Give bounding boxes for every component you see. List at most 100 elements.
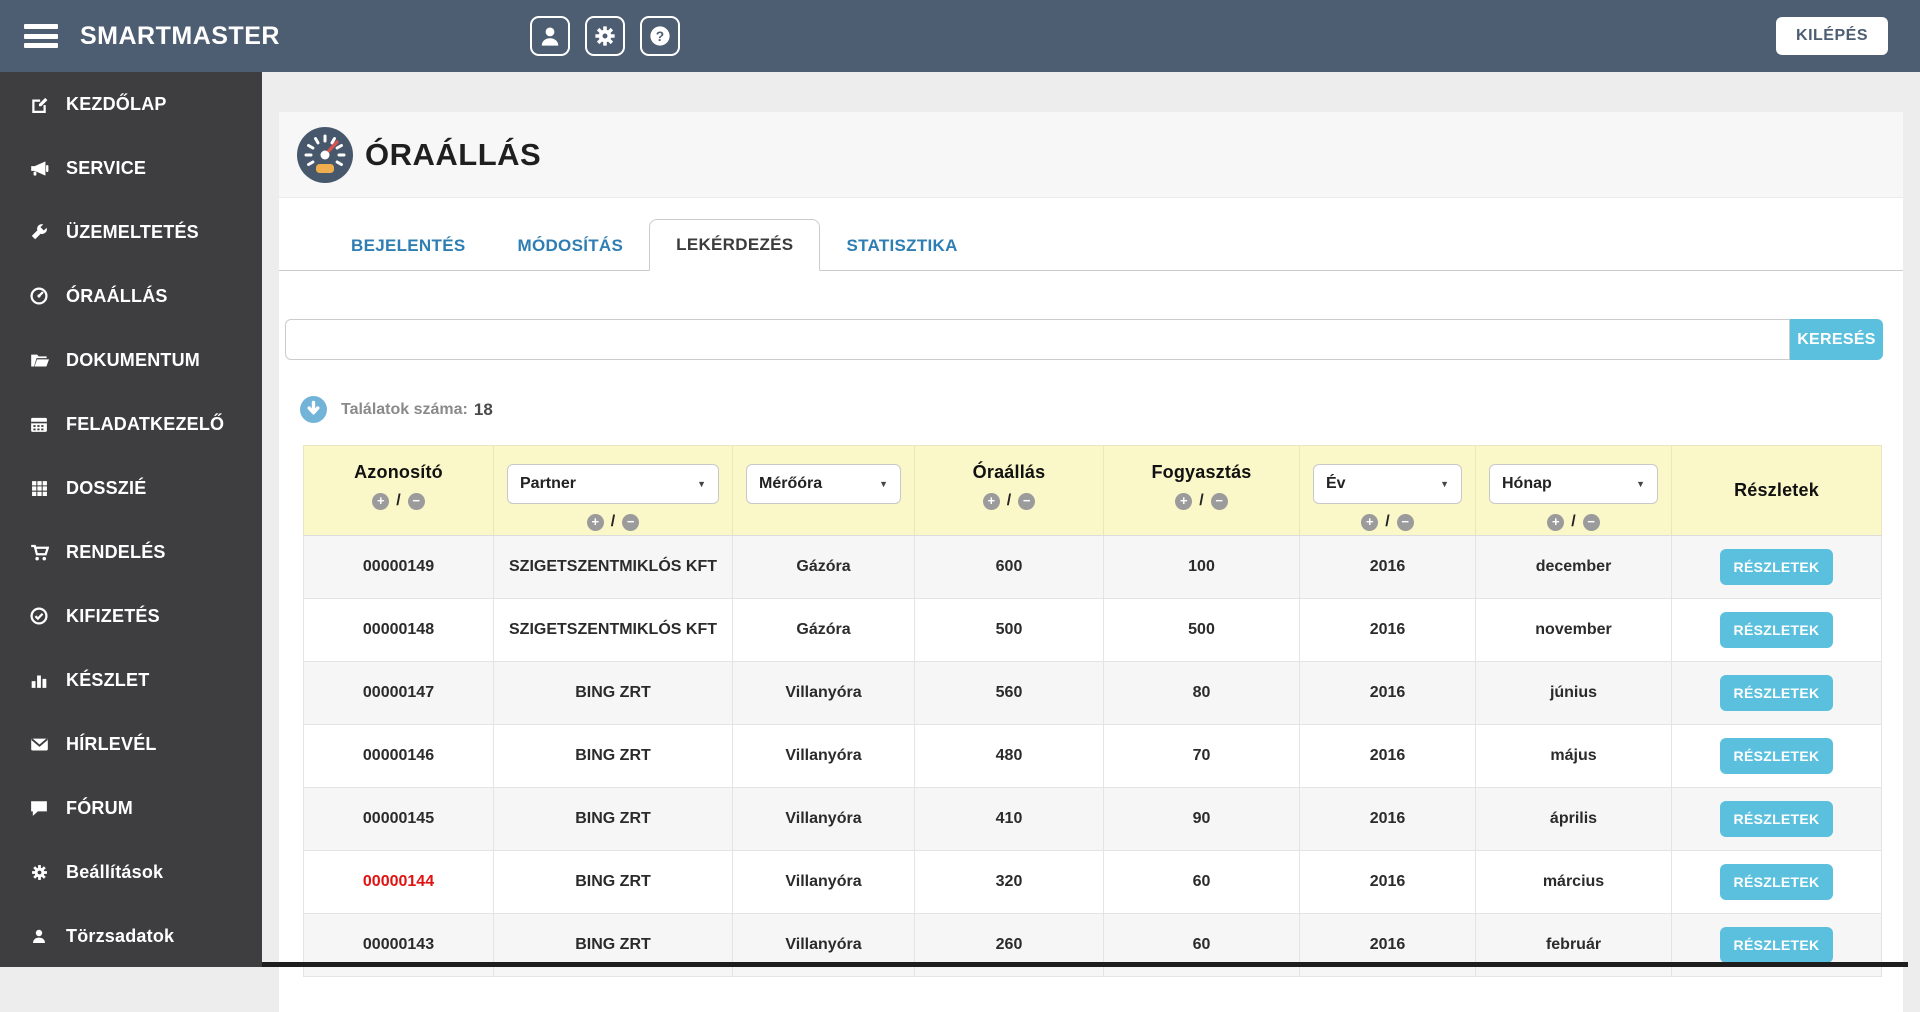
sidebar-item-kifizetes[interactable]: KIFIZETÉS <box>0 584 262 648</box>
column-label: Óraállás <box>972 462 1046 482</box>
main-content: ÓRAÁLLÁS BEJELENTÉS MÓDOSÍTÁS LEKÉRDEZÉS… <box>262 72 1920 1012</box>
details-button[interactable]: RÉSZLETEK <box>1719 675 1834 711</box>
gauge-icon <box>297 126 353 183</box>
page-title: ÓRAÁLLÁS <box>365 136 542 172</box>
sort-desc-button[interactable]: − <box>622 513 640 531</box>
sort-desc-button[interactable]: − <box>1018 492 1036 510</box>
cell-fogyasztas: 60 <box>1103 850 1300 914</box>
comment-icon <box>28 799 50 817</box>
calendar-icon <box>28 415 50 433</box>
cell-oraallas: 480 <box>914 724 1104 788</box>
cell-meroora: Villanyóra <box>732 661 915 725</box>
details-button[interactable]: RÉSZLETEK <box>1719 801 1834 837</box>
topbar-icon-group: ? <box>529 16 680 56</box>
table-row: 00000145 BING ZRT Villanyóra 410 90 2016… <box>303 787 1882 851</box>
column-label: Azonosító <box>354 462 443 482</box>
wrench-icon <box>28 223 50 241</box>
logout-button[interactable]: KILÉPÉS <box>1776 17 1888 55</box>
table-header-row: Azonosító + / − Partner ▼ + / − Mérőóra … <box>303 445 1882 536</box>
details-button[interactable]: RÉSZLETEK <box>1719 549 1834 585</box>
sidebar-item-oraallas[interactable]: ÓRAÁLLÁS <box>0 264 262 328</box>
search-button[interactable]: KERESÉS <box>1790 319 1883 360</box>
cell-ev: 2016 <box>1299 598 1476 662</box>
sort-asc-button[interactable]: + <box>982 492 1000 510</box>
sort-asc-button[interactable]: + <box>586 513 604 531</box>
column-header-azonosito: Azonosító + / − <box>303 445 494 536</box>
tab-lekerdezes[interactable]: LEKÉRDEZÉS <box>649 219 821 271</box>
partner-filter-select[interactable]: Partner ▼ <box>507 464 719 504</box>
tab-bejelentes[interactable]: BEJELENTÉS <box>325 221 491 271</box>
sort-controls: + / − <box>1300 513 1475 531</box>
chevron-down-icon: ▼ <box>879 479 888 489</box>
select-value: Hónap <box>1502 475 1552 492</box>
sort-asc-button[interactable]: + <box>1361 513 1379 531</box>
cell-fogyasztas: 80 <box>1103 661 1300 725</box>
sidebar-item-label: Beállítások <box>66 861 164 882</box>
page-header: ÓRAÁLLÁS <box>279 112 1903 198</box>
sort-separator: / <box>1199 492 1204 509</box>
sort-asc-button[interactable]: + <box>1547 513 1565 531</box>
details-button[interactable]: RÉSZLETEK <box>1719 612 1834 648</box>
sidebar-item-beallitasok[interactable]: Beállítások <box>0 840 262 904</box>
column-label: Fogyasztás <box>1151 462 1252 482</box>
column-header-oraallas: Óraállás + / − <box>914 445 1104 536</box>
sidebar-item-torzsadatok[interactable]: Törzsadatok <box>0 904 262 968</box>
cell-reszletek: RÉSZLETEK <box>1671 787 1882 851</box>
table-row: 00000148 SZIGETSZENTMIKLÓS KFT Gázóra 50… <box>303 598 1882 662</box>
column-header-reszletek: Részletek <box>1671 445 1882 536</box>
column-header-partner: Partner ▼ + / − <box>493 445 733 536</box>
results-row: Találatok száma: 18 <box>300 396 1903 423</box>
cell-partner: SZIGETSZENTMIKLÓS KFT <box>493 535 733 599</box>
sort-desc-button[interactable]: − <box>1582 513 1600 531</box>
arrow-down-circle-icon[interactable] <box>300 396 327 423</box>
tab-modositas[interactable]: MÓDOSÍTÁS <box>491 221 649 271</box>
cell-azonosito: 00000147 <box>303 661 494 725</box>
sort-asc-button[interactable]: + <box>372 492 390 510</box>
sort-controls: + / − <box>915 492 1103 510</box>
cell-meroora: Villanyóra <box>732 850 915 914</box>
cell-honap: április <box>1475 787 1672 851</box>
cell-azonosito: 00000143 <box>303 913 494 977</box>
details-button[interactable]: RÉSZLETEK <box>1719 738 1834 774</box>
sidebar-item-rendeles[interactable]: RENDELÉS <box>0 520 262 584</box>
sort-desc-button[interactable]: − <box>1396 513 1414 531</box>
content-card: ÓRAÁLLÁS BEJELENTÉS MÓDOSÍTÁS LEKÉRDEZÉS… <box>279 112 1903 1012</box>
hamburger-menu-icon[interactable] <box>24 24 58 48</box>
topbar: SMARTMASTER ? KILÉPÉS <box>0 0 1920 72</box>
cell-honap: május <box>1475 724 1672 788</box>
user-button[interactable] <box>529 16 570 56</box>
table-row: 00000146 BING ZRT Villanyóra 480 70 2016… <box>303 724 1882 788</box>
sidebar-item-keszlet[interactable]: KÉSZLET <box>0 648 262 712</box>
details-button[interactable]: RÉSZLETEK <box>1719 864 1834 900</box>
meter-filter-select[interactable]: Mérőóra ▼ <box>746 464 901 504</box>
cell-honap: november <box>1475 598 1672 662</box>
sidebar-item-uzemeltetes[interactable]: ÜZEMELTETÉS <box>0 200 262 264</box>
chevron-down-icon: ▼ <box>697 479 706 489</box>
sidebar-item-dosszie[interactable]: DOSSZIÉ <box>0 456 262 520</box>
cell-meroora: Villanyóra <box>732 913 915 977</box>
gauge-icon <box>28 287 50 305</box>
details-button[interactable]: RÉSZLETEK <box>1719 927 1834 963</box>
help-button[interactable]: ? <box>639 16 680 56</box>
sidebar-item-dokumentum[interactable]: DOKUMENTUM <box>0 328 262 392</box>
tab-statisztika[interactable]: STATISZTIKA <box>820 221 983 271</box>
sort-desc-button[interactable]: − <box>1210 492 1228 510</box>
sort-desc-button[interactable]: − <box>407 492 425 510</box>
sidebar-item-label: DOSSZIÉ <box>66 477 147 498</box>
sidebar-item-service[interactable]: SERVICE <box>0 136 262 200</box>
sidebar-item-feladatkezelo[interactable]: FELADATKEZELŐ <box>0 392 262 456</box>
month-filter-select[interactable]: Hónap ▼ <box>1489 464 1658 504</box>
sort-asc-button[interactable]: + <box>1175 492 1193 510</box>
sidebar-item-hirlevel[interactable]: HÍRLEVÉL <box>0 712 262 776</box>
cell-ev: 2016 <box>1299 787 1476 851</box>
select-value: Év <box>1326 475 1346 492</box>
sidebar-item-kezdolap[interactable]: KEZDŐLAP <box>0 72 262 136</box>
year-filter-select[interactable]: Év ▼ <box>1313 464 1462 504</box>
cell-ev: 2016 <box>1299 850 1476 914</box>
search-input[interactable] <box>285 319 1790 360</box>
cell-reszletek: RÉSZLETEK <box>1671 724 1882 788</box>
settings-button[interactable] <box>584 16 625 56</box>
sidebar-item-label: KÉSZLET <box>66 669 150 690</box>
cell-ev: 2016 <box>1299 913 1476 977</box>
sidebar-item-forum[interactable]: FÓRUM <box>0 776 262 840</box>
